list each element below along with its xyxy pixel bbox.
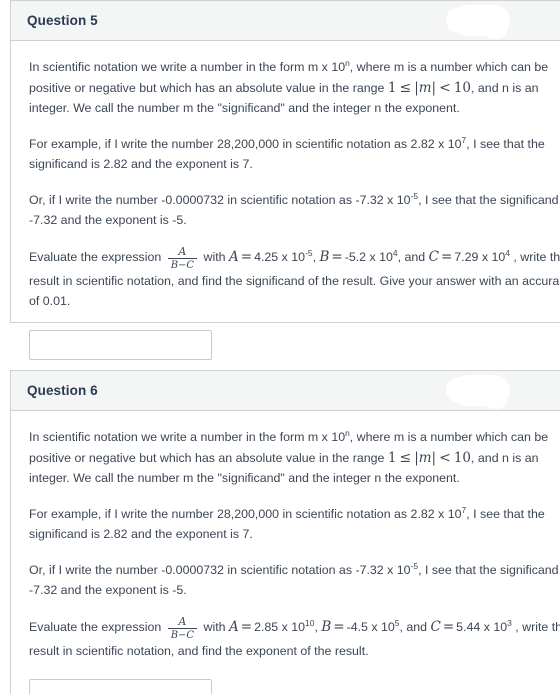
fraction-a-over-b-minus-c: A B−C — [167, 244, 198, 271]
intro-paragraph-6: In scientific notation we write a number… — [29, 427, 560, 489]
answer-row-6 — [11, 675, 560, 694]
answer-row-5 — [11, 326, 560, 360]
example-positive-paragraph-5: For example, if I write the number 28,20… — [29, 134, 560, 175]
example-neg-exponent: -5 — [410, 560, 419, 571]
separator-2: , and — [397, 249, 429, 264]
example-pos-part1: For example, if I write the number 28,20… — [29, 506, 462, 521]
range-upper-bound: 10 — [453, 449, 472, 466]
example-pos-part1: For example, if I write the number 28,20… — [29, 136, 462, 151]
question-header-6: Question 6 — [11, 371, 560, 411]
answer-input-5[interactable] — [29, 329, 212, 360]
less-than-sign: < — [439, 79, 451, 96]
example-neg-exponent: -5 — [410, 190, 419, 201]
example-negative-paragraph-6: Or, if I write the number -0.0000732 in … — [29, 560, 560, 601]
quiz-page: Question 5 In scientific notation we wri… — [0, 0, 560, 694]
value-a-exponent: -5 — [305, 247, 313, 258]
question-title-5: Question 5 — [27, 13, 98, 28]
fraction-numerator: A — [178, 614, 187, 628]
fraction-numerator: A — [178, 244, 187, 258]
answer-input-6[interactable] — [29, 679, 212, 694]
question-body-6: In scientific notation we write a number… — [11, 411, 560, 661]
example-neg-part1: Or, if I write the number -0.0000732 in … — [29, 562, 411, 577]
question-card-5: Question 5 In scientific notation we wri… — [10, 0, 560, 360]
evaluate-paragraph-5: Evaluate the expression A B−C with A = 4.25… — [29, 246, 560, 312]
equals-sign-a: = — [240, 248, 253, 265]
variable-b: B — [319, 248, 330, 265]
equals-sign-a: = — [240, 618, 253, 635]
evaluate-with: with — [200, 249, 230, 264]
question-body-5: In scientific notation we write a number… — [11, 41, 560, 312]
variable-a: A — [229, 618, 239, 635]
abs-m: |m| — [414, 79, 437, 96]
less-than-sign: < — [439, 449, 451, 466]
value-c: 7.29 x 10 — [454, 249, 506, 264]
variable-b: B — [321, 618, 332, 635]
less-equal-sign: ≤ — [399, 449, 412, 466]
range-upper-bound: 10 — [453, 79, 472, 96]
equals-sign-b: = — [331, 248, 343, 265]
fraction-denominator: B−C — [167, 257, 198, 271]
variable-c: C — [428, 248, 439, 265]
less-equal-sign: ≤ — [399, 79, 412, 96]
example-neg-part1: Or, if I write the number -0.0000732 in … — [29, 192, 411, 207]
equals-sign-c: = — [442, 618, 455, 635]
equals-sign-c: = — [440, 248, 453, 265]
fraction-denominator: B−C — [167, 627, 198, 641]
separator-2: , and — [399, 619, 431, 634]
intro-paragraph-5: In scientific notation we write a number… — [29, 57, 560, 119]
variable-c: C — [430, 618, 441, 635]
value-b: -5.2 x 10 — [344, 249, 393, 264]
value-c: 5.44 x 10 — [456, 619, 508, 634]
evaluate-with: with — [200, 619, 230, 634]
example-positive-paragraph-6: For example, if I write the number 28,20… — [29, 504, 560, 545]
question-header-5: Question 5 — [11, 1, 560, 41]
intro-text-part1: In scientific notation we write a number… — [29, 430, 346, 444]
abs-m: |m| — [414, 449, 437, 466]
intro-text-part1: In scientific notation we write a number… — [29, 60, 346, 74]
question-title-6: Question 6 — [27, 383, 98, 398]
value-a: 4.25 x 10 — [254, 249, 306, 264]
evaluate-lead: Evaluate the expression — [29, 619, 165, 634]
value-b: -4.5 x 10 — [346, 619, 395, 634]
value-a: 2.85 x 10 — [254, 619, 306, 634]
example-negative-paragraph-5: Or, if I write the number -0.0000732 in … — [29, 190, 560, 231]
evaluate-paragraph-6: Evaluate the expression A B−C with A = 2.85… — [29, 616, 560, 662]
fraction-a-over-b-minus-c: A B−C — [167, 614, 198, 641]
points-badge-5 — [446, 5, 510, 39]
equals-sign-b: = — [333, 618, 345, 635]
points-badge-6 — [446, 375, 510, 409]
question-card-6: Question 6 In scientific notation we wri… — [10, 370, 560, 694]
variable-a: A — [229, 248, 239, 265]
evaluate-lead: Evaluate the expression — [29, 249, 165, 264]
